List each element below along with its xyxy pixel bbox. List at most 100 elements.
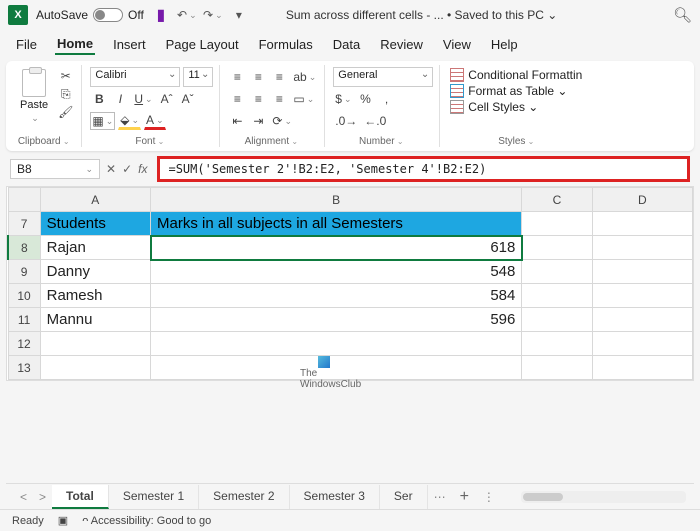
orientation-icon[interactable]: ⟳⌄ — [270, 112, 294, 130]
align-middle-icon[interactable]: ≡ — [249, 68, 267, 86]
accessibility-status[interactable]: ᴖ Accessibility: Good to go — [82, 515, 211, 527]
percent-button[interactable]: % — [357, 90, 375, 108]
cell[interactable] — [592, 284, 692, 308]
stats-icon[interactable]: ▣ — [58, 514, 68, 527]
align-bottom-icon[interactable]: ≡ — [270, 68, 288, 86]
menu-help[interactable]: Help — [489, 35, 520, 54]
select-all-corner[interactable] — [8, 188, 40, 212]
row-header[interactable]: 10 — [8, 284, 40, 308]
sheet-tab-semester-3[interactable]: Semester 3 — [290, 485, 380, 509]
cell[interactable] — [40, 356, 150, 380]
align-right-icon[interactable]: ≡ — [270, 90, 288, 108]
indent-right-icon[interactable]: ⇥ — [249, 112, 267, 130]
cell[interactable] — [592, 236, 692, 260]
fill-color-button[interactable]: ⬙⌄ — [118, 112, 141, 130]
col-header-C[interactable]: C — [522, 188, 592, 212]
cell[interactable] — [522, 212, 592, 236]
cell[interactable] — [592, 260, 692, 284]
cell[interactable]: Students — [40, 212, 150, 236]
row-header[interactable]: 11 — [8, 308, 40, 332]
menu-page-layout[interactable]: Page Layout — [164, 35, 241, 54]
cell[interactable]: Mannu — [40, 308, 150, 332]
cell-styles-button[interactable]: Cell Styles ⌄ — [448, 99, 588, 115]
undo-icon[interactable]: ↶⌄ — [178, 6, 196, 24]
autosave-toggle[interactable] — [93, 8, 123, 22]
menu-home[interactable]: Home — [55, 34, 95, 55]
tab-next-icon[interactable]: > — [33, 490, 52, 504]
tab-more-icon[interactable]: ⋯ — [428, 490, 452, 504]
horizontal-scrollbar[interactable] — [521, 491, 686, 503]
cell[interactable]: Marks in all subjects in all Semesters — [151, 212, 522, 236]
format-painter-icon[interactable]: 🖌 — [56, 103, 75, 121]
cell[interactable]: Rajan — [40, 236, 150, 260]
increase-decimal-button[interactable]: .0→ — [333, 112, 359, 130]
cell[interactable]: 618 — [151, 236, 522, 260]
cell[interactable]: 548 — [151, 260, 522, 284]
col-header-A[interactable]: A — [40, 188, 150, 212]
enter-formula-icon[interactable]: ✓ — [122, 162, 132, 176]
grow-font-button[interactable]: Aˆ — [158, 90, 176, 108]
row-header[interactable]: 7 — [8, 212, 40, 236]
merge-icon[interactable]: ▭⌄ — [291, 90, 316, 108]
cell[interactable] — [522, 236, 592, 260]
sheet-tab-semester-2[interactable]: Semester 2 — [199, 485, 289, 509]
comma-button[interactable]: , — [378, 90, 396, 108]
cut-icon[interactable]: ✂ — [56, 67, 75, 85]
row-header[interactable]: 12 — [8, 332, 40, 356]
font-size-select[interactable]: 11 — [183, 67, 213, 87]
sheet-tab-total[interactable]: Total — [52, 485, 109, 509]
qat-dropdown-icon[interactable]: ▾ — [230, 6, 248, 24]
bold-button[interactable]: B — [90, 90, 108, 108]
row-header[interactable]: 9 — [8, 260, 40, 284]
menu-view[interactable]: View — [441, 35, 473, 54]
cell[interactable] — [522, 260, 592, 284]
currency-button[interactable]: $⌄ — [333, 90, 353, 108]
cell[interactable] — [592, 356, 692, 380]
search-icon[interactable]: 🔍︎ — [673, 6, 692, 24]
copy-icon[interactable]: ⎘ — [56, 85, 75, 103]
cell[interactable] — [522, 308, 592, 332]
sheet-tab-semester-1[interactable]: Semester 1 — [109, 485, 199, 509]
cell[interactable] — [40, 332, 150, 356]
row-header[interactable]: 8 — [8, 236, 40, 260]
cell[interactable]: 596 — [151, 308, 522, 332]
cell[interactable] — [592, 332, 692, 356]
save-icon[interactable]: ▮ — [152, 6, 170, 24]
new-sheet-button[interactable]: + — [452, 488, 477, 506]
cell[interactable] — [592, 212, 692, 236]
menu-insert[interactable]: Insert — [111, 35, 148, 54]
font-color-button[interactable]: A⌄ — [144, 112, 166, 130]
cell[interactable]: Danny — [40, 260, 150, 284]
col-header-D[interactable]: D — [592, 188, 692, 212]
menu-data[interactable]: Data — [331, 35, 362, 54]
conditional-formatting-button[interactable]: Conditional Formattin — [448, 67, 588, 83]
paste-button[interactable]: Paste ⌄ — [16, 67, 52, 126]
font-name-select[interactable]: Calibri — [90, 67, 180, 87]
name-box[interactable]: B8⌄ — [10, 159, 100, 179]
shrink-font-button[interactable]: Aˇ — [179, 90, 197, 108]
col-header-B[interactable]: B — [151, 188, 522, 212]
cell[interactable] — [522, 356, 592, 380]
italic-button[interactable]: I — [111, 90, 129, 108]
sheet-tab-ser[interactable]: Ser — [380, 485, 428, 509]
cell[interactable] — [592, 308, 692, 332]
menu-review[interactable]: Review — [378, 35, 425, 54]
tab-prev-icon[interactable]: < — [14, 490, 33, 504]
tab-options-icon[interactable]: ⋮ — [477, 490, 501, 504]
cell[interactable]: Ramesh — [40, 284, 150, 308]
cell[interactable]: 584 — [151, 284, 522, 308]
cell[interactable] — [522, 284, 592, 308]
wrap-text-icon[interactable]: ab⌄ — [291, 68, 318, 86]
menu-file[interactable]: File — [14, 35, 39, 54]
row-header[interactable]: 13 — [8, 356, 40, 380]
formula-bar[interactable]: =SUM('Semester 2'!B2:E2, 'Semester 4'!B2… — [157, 156, 690, 182]
cancel-formula-icon[interactable]: ✕ — [106, 162, 116, 176]
border-button[interactable]: ▦⌄ — [90, 112, 115, 130]
redo-icon[interactable]: ↷⌄ — [204, 6, 222, 24]
indent-left-icon[interactable]: ⇤ — [228, 112, 246, 130]
cell[interactable] — [522, 332, 592, 356]
align-top-icon[interactable]: ≡ — [228, 68, 246, 86]
underline-button[interactable]: U⌄ — [132, 90, 154, 108]
spreadsheet-grid[interactable]: ABCD 7StudentsMarks in all subjects in a… — [7, 187, 693, 380]
fx-icon[interactable]: fx — [138, 162, 147, 176]
